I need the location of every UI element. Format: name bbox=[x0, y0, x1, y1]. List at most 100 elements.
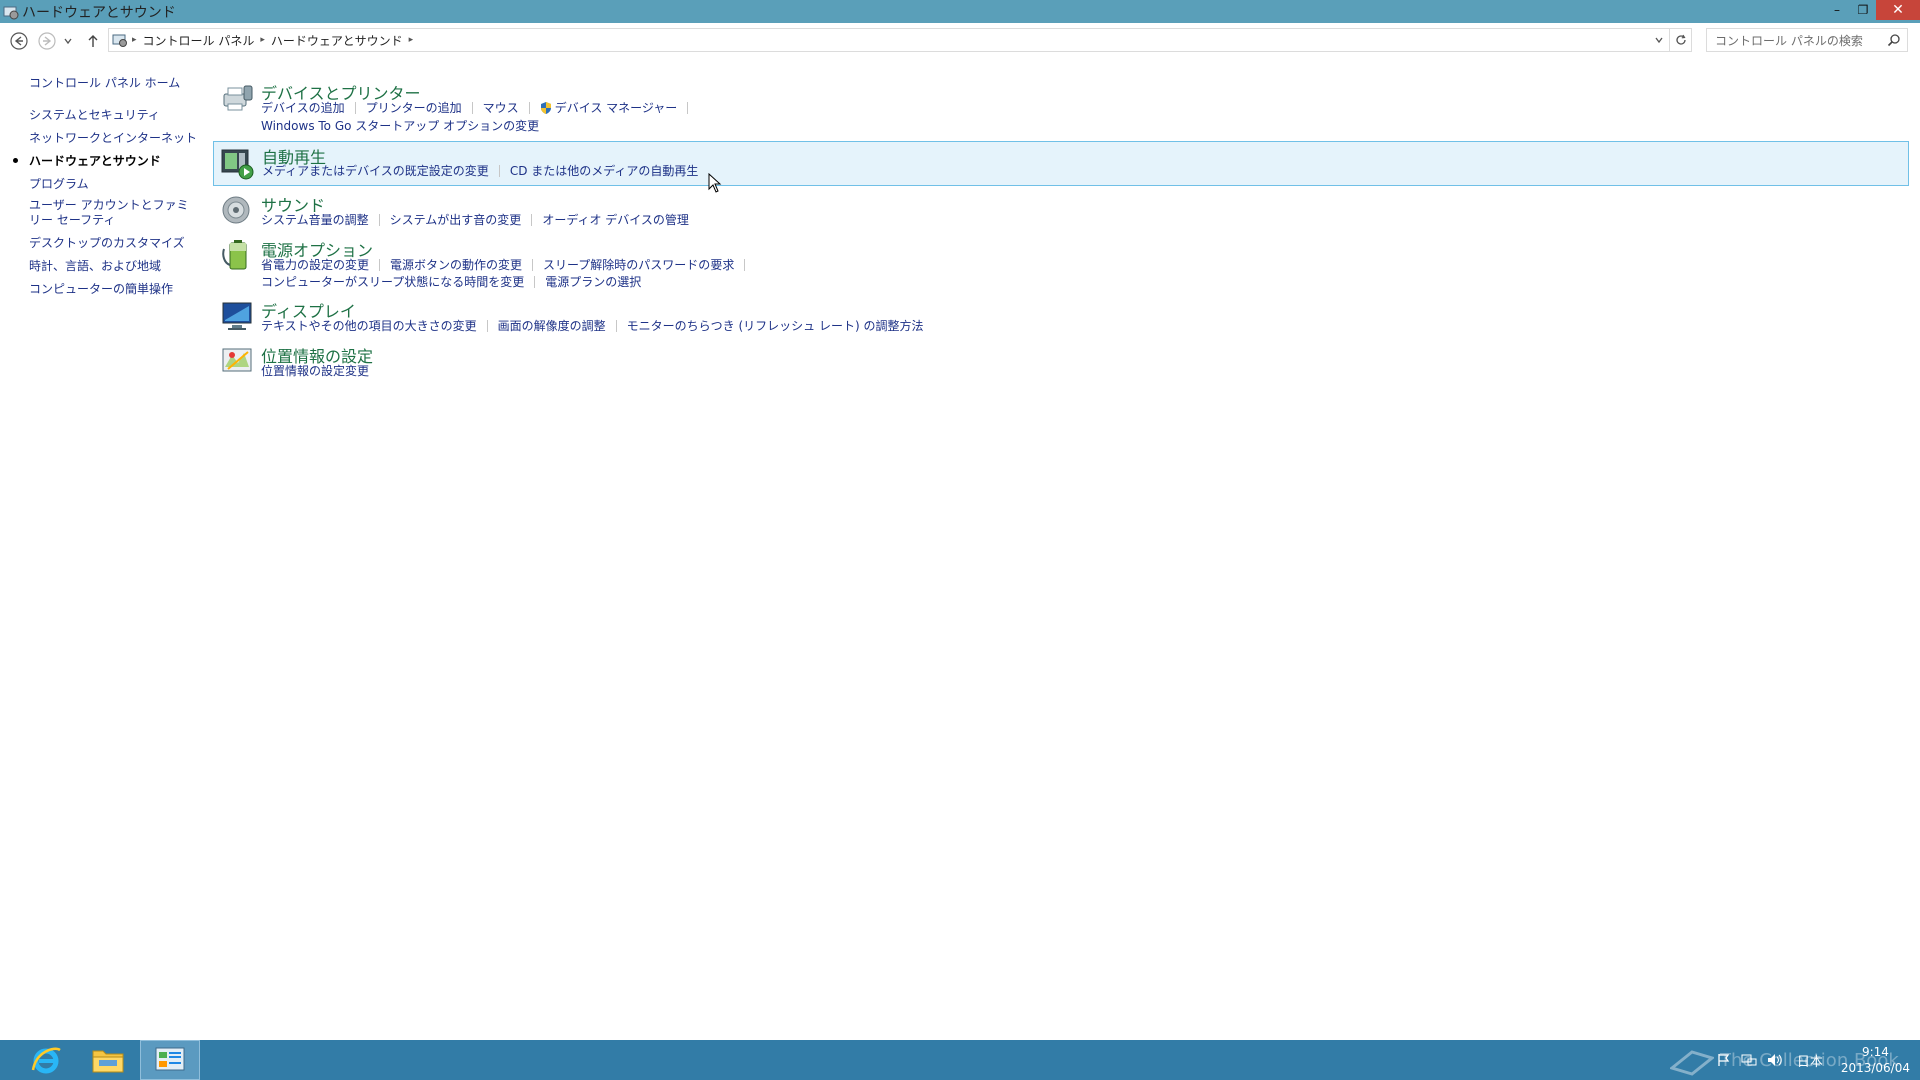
sidebar-item-system-security[interactable]: システムとセキュリティ bbox=[29, 106, 160, 123]
add-printer-link[interactable]: プリンターの追加 bbox=[366, 99, 462, 116]
cd-autoplay-link[interactable]: CD または他のメディアの自動再生 bbox=[510, 162, 699, 179]
category-devices-printers: デバイスとプリンター デバイスの追加 プリンターの追加 マウス デバイス マネー… bbox=[214, 76, 1910, 136]
refresh-button[interactable] bbox=[1670, 28, 1692, 52]
system-tray: 日本 9:14 2013/06/04 bbox=[1717, 1040, 1910, 1080]
refresh-rate-link[interactable]: モニターのちらつき (リフレッシュ レート) の調整方法 bbox=[627, 317, 924, 334]
mouse-link[interactable]: マウス bbox=[483, 99, 519, 116]
up-arrow-icon bbox=[88, 35, 98, 47]
link-divider bbox=[354, 101, 356, 114]
taskbar-file-explorer[interactable] bbox=[78, 1040, 138, 1080]
location-icon bbox=[222, 348, 252, 372]
breadcrumb-separator[interactable]: ▸ bbox=[409, 35, 414, 45]
printer-icon bbox=[223, 85, 253, 111]
volume-icon[interactable] bbox=[1767, 1053, 1783, 1067]
taskbar: 日本 9:14 2013/06/04 bbox=[0, 1040, 1920, 1080]
sidebar-item-programs[interactable]: プログラム bbox=[29, 175, 89, 192]
screen-resolution-link[interactable]: 画面の解像度の調整 bbox=[498, 317, 606, 334]
chevron-down-icon bbox=[64, 38, 72, 45]
power-button-link[interactable]: 電源ボタンの動作の変更 bbox=[390, 256, 522, 273]
sidebar-item-ease-of-access[interactable]: コンピューターの簡単操作 bbox=[29, 280, 173, 297]
category-display: ディスプレイ テキストやその他の項目の大きさの変更 画面の解像度の調整 モニター… bbox=[214, 294, 1910, 338]
link-divider bbox=[486, 319, 488, 332]
shield-icon bbox=[540, 101, 551, 114]
link-divider bbox=[615, 319, 617, 332]
sidebar-item-hardware-sound[interactable]: ハードウェアとサウンド bbox=[29, 152, 161, 169]
back-arrow-icon bbox=[10, 32, 28, 50]
sidebar-item-user-accounts[interactable]: ユーザー アカウントとファミリー セーフティ bbox=[29, 198, 194, 228]
link-divider bbox=[532, 258, 534, 271]
sidebar-item-desktop[interactable]: デスクトップのカスタマイズ bbox=[29, 234, 185, 251]
window-title: ハードウェアとサウンド bbox=[22, 4, 176, 21]
link-divider bbox=[378, 213, 380, 226]
recent-pages-button[interactable] bbox=[60, 28, 76, 54]
navigation-row: ▸ コントロール パネル ▸ ハードウェアとサウンド ▸ コントロール パネルの… bbox=[0, 23, 1920, 59]
up-button[interactable] bbox=[82, 28, 104, 54]
search-input[interactable]: コントロール パネルの検索 bbox=[1706, 28, 1908, 52]
search-placeholder: コントロール パネルの検索 bbox=[1715, 33, 1863, 48]
monitor-icon bbox=[222, 302, 252, 330]
control-panel-small-icon bbox=[112, 34, 127, 47]
link-divider bbox=[471, 101, 473, 114]
windows-to-go-link[interactable]: Windows To Go スタートアップ オプションの変更 bbox=[261, 117, 539, 134]
device-manager-link[interactable]: デバイス マネージャー bbox=[555, 99, 678, 116]
control-panel-app-icon bbox=[3, 6, 19, 19]
title-bar: ハードウェアとサウンド – ❐ ✕ bbox=[0, 0, 1920, 23]
link-divider bbox=[528, 101, 530, 114]
sidebar-item-network[interactable]: ネットワークとインターネット bbox=[29, 129, 197, 146]
system-sounds-link[interactable]: システムが出す音の変更 bbox=[390, 211, 522, 228]
adjust-volume-link[interactable]: システム音量の調整 bbox=[261, 211, 369, 228]
taskbar-control-panel[interactable] bbox=[140, 1040, 200, 1080]
link-divider bbox=[498, 164, 500, 177]
sidebar-home-link[interactable]: コントロール パネル ホーム bbox=[29, 74, 180, 91]
link-divider bbox=[379, 258, 381, 271]
breadcrumb-hardware-sound[interactable]: ハードウェアとサウンド bbox=[271, 32, 403, 49]
mouse-cursor-icon bbox=[708, 173, 722, 193]
category-autoplay[interactable]: 自動再生 メディアまたはデバイスの既定設定の変更 CD または他のメディアの自動… bbox=[213, 141, 1909, 186]
file-explorer-icon bbox=[92, 1050, 124, 1073]
link-divider bbox=[687, 101, 689, 114]
minimize-button[interactable]: – bbox=[1824, 0, 1850, 20]
location-settings-change-link[interactable]: 位置情報の設定変更 bbox=[261, 362, 369, 379]
breadcrumb-control-panel[interactable]: コントロール パネル bbox=[143, 32, 255, 49]
forward-arrow-icon bbox=[38, 32, 56, 50]
breadcrumb-separator[interactable]: ▸ bbox=[260, 35, 265, 45]
media-default-settings-link[interactable]: メディアまたはデバイスの既定設定の変更 bbox=[262, 162, 489, 179]
power-saving-link[interactable]: 省電力の設定の変更 bbox=[261, 256, 369, 273]
network-icon[interactable] bbox=[1741, 1053, 1757, 1067]
address-bar[interactable]: ▸ コントロール パネル ▸ ハードウェアとサウンド ▸ bbox=[108, 28, 1670, 52]
action-center-flag-icon[interactable] bbox=[1717, 1053, 1731, 1067]
audio-devices-link[interactable]: オーディオ デバイスの管理 bbox=[542, 211, 689, 228]
breadcrumb-separator[interactable]: ▸ bbox=[132, 35, 137, 45]
maximize-button[interactable]: ❐ bbox=[1850, 0, 1876, 20]
category-sound: サウンド システム音量の調整 システムが出す音の変更 オーディオ デバイスの管理 bbox=[214, 188, 1910, 232]
control-panel-icon bbox=[155, 1047, 185, 1071]
speaker-icon bbox=[222, 196, 250, 224]
back-button[interactable] bbox=[6, 28, 32, 54]
wake-password-link[interactable]: スリープ解除時のパスワードの要求 bbox=[543, 256, 734, 273]
refresh-icon bbox=[1675, 34, 1686, 45]
taskbar-internet-explorer[interactable] bbox=[16, 1040, 76, 1080]
sidebar-item-clock-region[interactable]: 時計、言語、および地域 bbox=[29, 257, 161, 274]
text-size-link[interactable]: テキストやその他の項目の大きさの変更 bbox=[261, 317, 477, 334]
battery-icon bbox=[222, 240, 247, 270]
link-divider bbox=[534, 275, 536, 288]
add-device-link[interactable]: デバイスの追加 bbox=[261, 99, 345, 116]
clock-date: 2013/06/04 bbox=[1840, 1061, 1910, 1075]
internet-explorer-icon bbox=[31, 1047, 61, 1074]
chevron-down-icon bbox=[1655, 37, 1663, 44]
power-plan-link[interactable]: 電源プランの選択 bbox=[545, 273, 641, 290]
link-divider bbox=[744, 258, 746, 271]
close-button[interactable]: ✕ bbox=[1876, 0, 1920, 20]
forward-button[interactable] bbox=[34, 28, 60, 54]
category-power-options: 電源オプション 省電力の設定の変更 電源ボタンの動作の変更 スリープ解除時のパス… bbox=[214, 233, 1910, 293]
current-item-bullet bbox=[13, 158, 18, 163]
input-language-indicator[interactable]: 日本 bbox=[1797, 1051, 1823, 1070]
sleep-time-link[interactable]: コンピューターがスリープ状態になる時間を変更 bbox=[261, 273, 524, 290]
link-divider bbox=[531, 213, 533, 226]
search-icon[interactable] bbox=[1887, 33, 1901, 47]
clock-time: 9:14 bbox=[1861, 1045, 1889, 1059]
clock[interactable]: 9:14 2013/06/04 bbox=[1841, 1044, 1910, 1076]
autoplay-icon bbox=[221, 149, 254, 180]
category-location-settings: 位置情報の設定 位置情報の設定変更 bbox=[214, 339, 1910, 383]
address-dropdown-button[interactable] bbox=[1649, 29, 1669, 51]
